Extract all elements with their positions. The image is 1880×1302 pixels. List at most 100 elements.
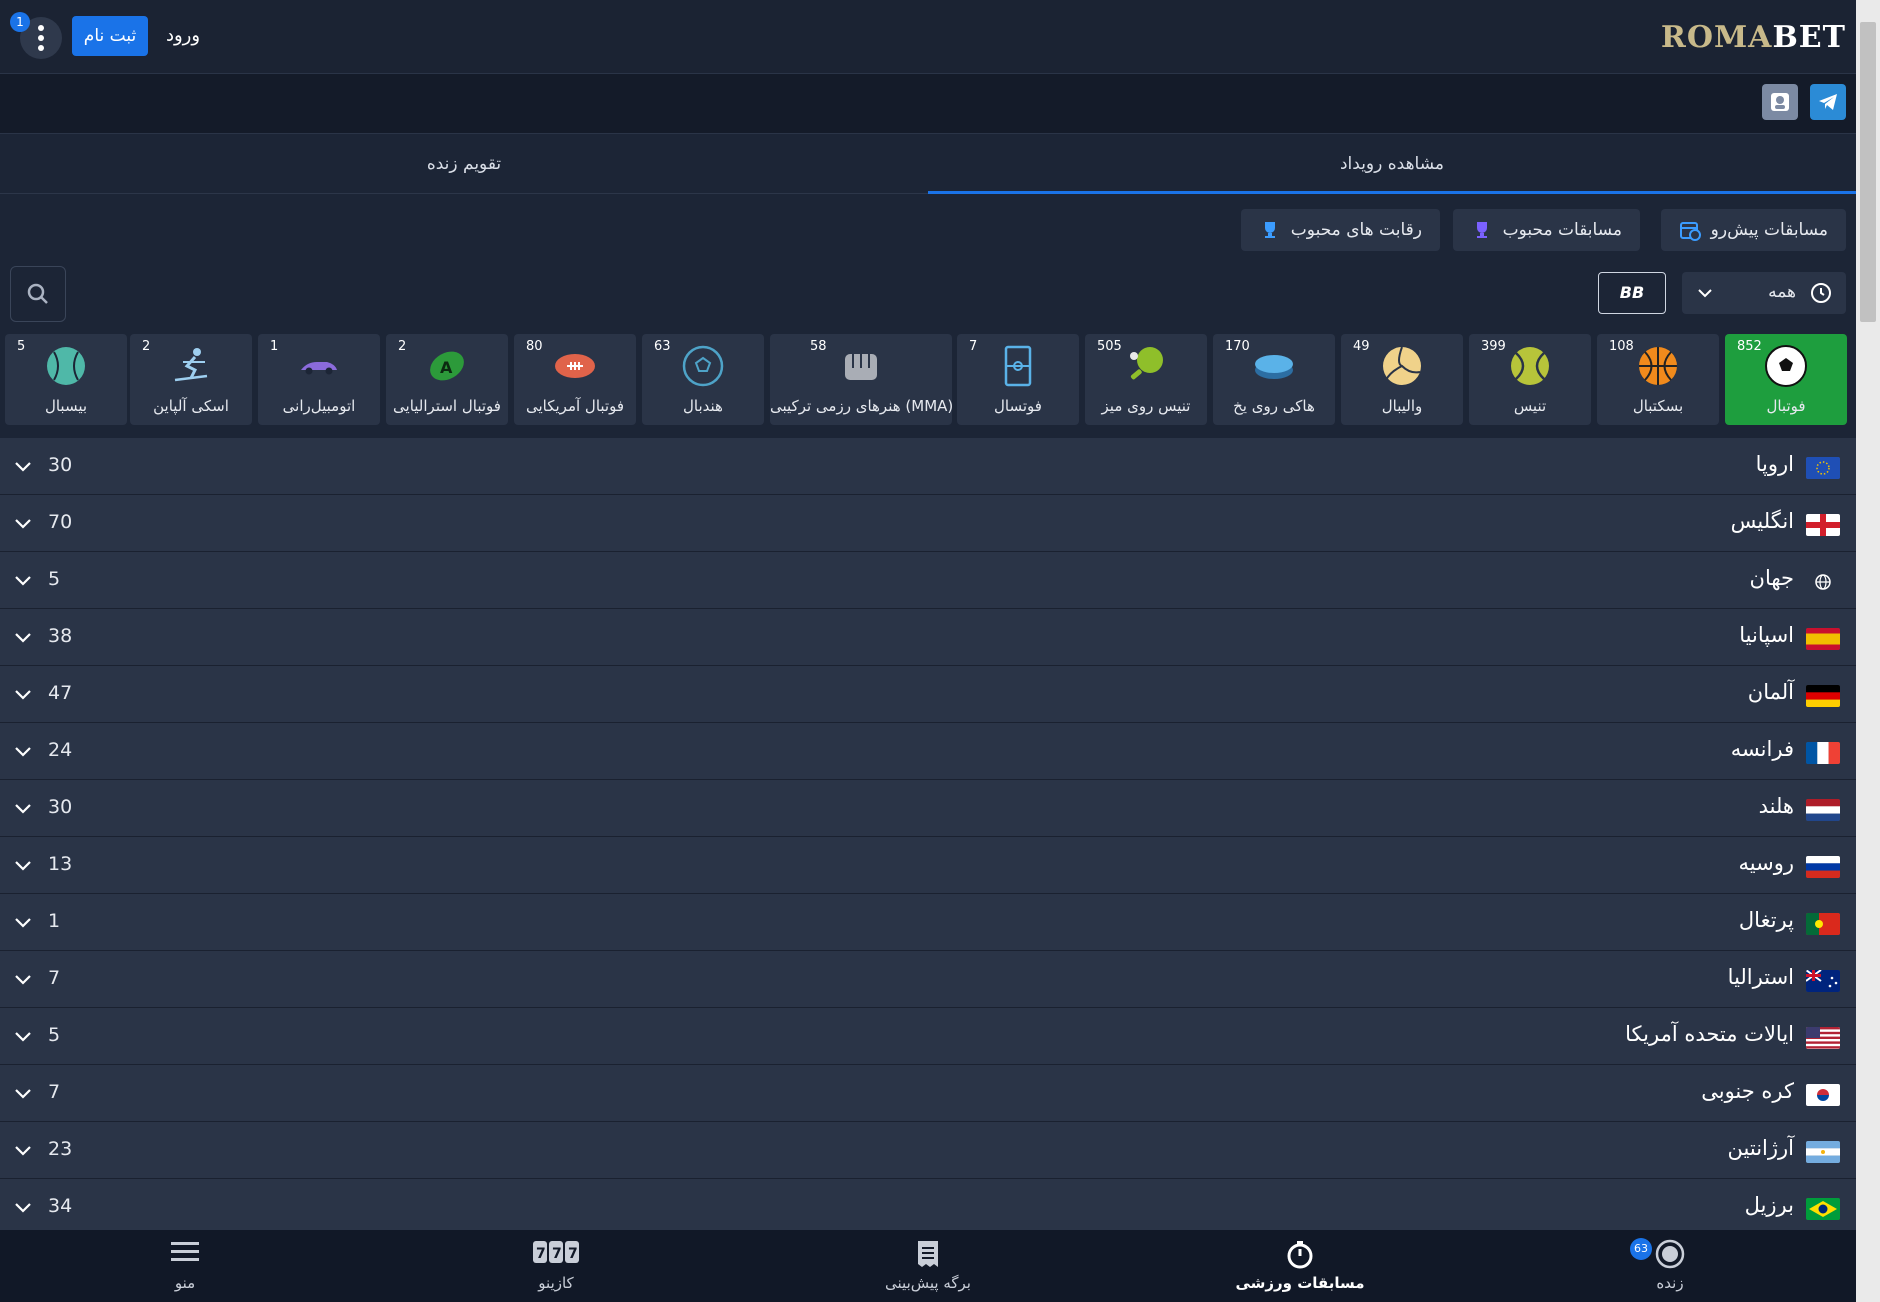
search-button[interactable]	[10, 266, 66, 322]
tab-events[interactable]: مشاهده رویداد	[928, 134, 1856, 194]
popular-competitions-label: رقابت های محبوب	[1290, 220, 1422, 240]
trophy-icon	[1264, 222, 1275, 238]
sport-name: فوتسال	[994, 397, 1042, 415]
sport-name: تنیس	[1513, 397, 1547, 415]
event-count: 7	[48, 967, 61, 989]
sport-name: تنیس روی میز	[1101, 397, 1191, 415]
country-list: 30 اروپا 70 انگلیس 5 جهان 38 اسپانیا 47 …	[0, 438, 1856, 1236]
flag-france-icon	[1806, 742, 1840, 764]
svg-text:7: 7	[552, 1246, 562, 1262]
handball-icon	[682, 345, 724, 387]
sport-tile-alpine-skiing[interactable]: 2 اسکی آلپاین	[130, 334, 252, 425]
sport-tile-baseball[interactable]: 5 بیسبال	[5, 334, 127, 425]
country-row-france[interactable]: 24 فرانسه	[0, 723, 1856, 780]
chevron-down-icon	[15, 1146, 31, 1156]
flag-russia-icon	[1806, 856, 1840, 878]
upcoming-matches-button[interactable]: مسابقات پیش‌رو	[1660, 209, 1846, 251]
chevron-down-icon	[15, 861, 31, 871]
sport-count: 170	[1225, 339, 1250, 354]
country-row-australia[interactable]: 7 استرالیا	[0, 951, 1856, 1008]
svg-text:7: 7	[568, 1246, 578, 1262]
scrollbar-thumb[interactable]	[1860, 22, 1876, 322]
nav-casino[interactable]: 777 کازینو	[456, 1230, 656, 1302]
chevron-down-icon	[15, 1089, 31, 1099]
country-row-world[interactable]: 5 جهان	[0, 552, 1856, 609]
nav-betslip[interactable]: برگه پیش‌بینی	[828, 1230, 1028, 1302]
country-row-usa[interactable]: 5 ایالات متحده آمریکا	[0, 1008, 1856, 1065]
time-filter-dropdown[interactable]: همه	[1682, 272, 1846, 314]
sport-tile-aussie-rules[interactable]: 2 A فوتبال استرالیایی	[386, 334, 508, 425]
sport-count: 852	[1737, 339, 1762, 354]
country-row-argentina[interactable]: 23 آرژانتین	[0, 1122, 1856, 1179]
hockey-puck-icon	[1255, 355, 1293, 379]
sport-name: بسکتبال	[1632, 397, 1684, 415]
sport-name: هاکی روی یخ	[1233, 397, 1315, 415]
popular-competitions-button[interactable]: رقابت های محبوب	[1240, 209, 1440, 251]
betbuilder-button[interactable]: BB	[1598, 272, 1666, 314]
country-name: کره جنوبی	[1701, 1079, 1794, 1103]
login-button[interactable]: ورود	[160, 16, 206, 56]
chevron-down-icon	[15, 690, 31, 700]
country-name: هلند	[1758, 794, 1794, 818]
flag-germany-icon	[1806, 685, 1840, 707]
chevron-down-icon	[15, 1203, 31, 1213]
chevron-down-icon	[15, 747, 31, 757]
country-row-south-korea[interactable]: 7 کره جنوبی	[0, 1065, 1856, 1122]
sport-count: 58	[810, 339, 827, 354]
country-name: اروپا	[1755, 452, 1794, 476]
country-name: ایالات متحده آمریکا	[1625, 1022, 1794, 1046]
sport-tile-table-tennis[interactable]: 505 تنیس روی میز	[1085, 334, 1207, 425]
race-car-icon	[301, 362, 337, 375]
register-button[interactable]: ثبت نام	[72, 16, 148, 56]
sport-tile-ice-hockey[interactable]: 170 هاکی روی یخ	[1213, 334, 1335, 425]
country-row-europe[interactable]: 30 اروپا	[0, 438, 1856, 495]
sport-count: 2	[142, 339, 151, 354]
event-count: 34	[48, 1195, 73, 1217]
fist-icon	[845, 354, 877, 380]
country-name: روسیه	[1738, 851, 1794, 875]
support-button[interactable]	[1762, 84, 1798, 120]
sport-tile-motorsport[interactable]: 1 اتومبیل‌رانی	[258, 334, 380, 425]
country-row-england[interactable]: 70 انگلیس	[0, 495, 1856, 552]
vertical-scrollbar[interactable]	[1856, 0, 1880, 1302]
flag-spain-icon	[1806, 628, 1840, 650]
page: ROMABET 1 ثبت نام ورود مشاهده رویداد تقو…	[0, 0, 1856, 1302]
country-row-netherlands[interactable]: 30 هلند	[0, 780, 1856, 837]
sport-tile-futsal[interactable]: 7 فوتسال	[957, 334, 1079, 425]
country-row-brazil[interactable]: 34 برزیل	[0, 1179, 1856, 1236]
sport-count: 80	[526, 339, 543, 354]
sport-tile-basketball[interactable]: 108 بسکتبال	[1597, 334, 1719, 425]
hamburger-menu-icon	[171, 1242, 199, 1261]
sport-name: هنرهای رزمی ترکیبی (MMA)	[770, 397, 954, 415]
tab-live-calendar[interactable]: تقویم زنده	[0, 134, 928, 194]
country-name: استرالیا	[1727, 965, 1794, 989]
country-name: جهان	[1749, 566, 1794, 590]
sport-tile-tennis[interactable]: 399 تنیس	[1469, 334, 1591, 425]
sport-tile-american-football[interactable]: 80 فوتبال آمریکایی	[514, 334, 636, 425]
sport-tile-volleyball[interactable]: 49 والیبال	[1341, 334, 1463, 425]
nav-live[interactable]: 63 زنده	[1570, 1230, 1770, 1302]
sport-tile-mma[interactable]: 58 هنرهای رزمی ترکیبی (MMA)	[770, 334, 954, 425]
romabet-logo[interactable]: ROMABET	[1661, 20, 1846, 55]
sport-tile-handball[interactable]: 63 هندبال	[642, 334, 764, 425]
telegram-button[interactable]	[1810, 84, 1846, 120]
country-row-spain[interactable]: 38 اسپانیا	[0, 609, 1856, 666]
nav-menu[interactable]: منو	[85, 1230, 285, 1302]
time-filter-label: همه	[1768, 282, 1796, 302]
sport-tile-football[interactable]: 852 فوتبال	[1725, 334, 1847, 425]
sport-count: 399	[1481, 339, 1506, 354]
popular-matches-button[interactable]: مسابقات محبوب	[1452, 209, 1640, 251]
flag-england-icon	[1806, 514, 1840, 536]
flag-argentina-icon	[1806, 1141, 1840, 1163]
country-row-germany[interactable]: 47 آلمان	[0, 666, 1856, 723]
nav-sports[interactable]: مسابقات ورزشی	[1200, 1230, 1400, 1302]
country-name: پرتغال	[1738, 908, 1794, 932]
main-tabs: مشاهده رویداد تقویم زنده	[0, 134, 1856, 194]
live-count-badge: 63	[1630, 1238, 1652, 1260]
sport-count: 7	[969, 339, 978, 354]
country-row-russia[interactable]: 13 روسیه	[0, 837, 1856, 894]
event-count: 30	[48, 796, 73, 818]
notification-badge: 1	[10, 12, 30, 32]
event-count: 23	[48, 1138, 73, 1160]
country-row-portugal[interactable]: 1 پرتغال	[0, 894, 1856, 951]
